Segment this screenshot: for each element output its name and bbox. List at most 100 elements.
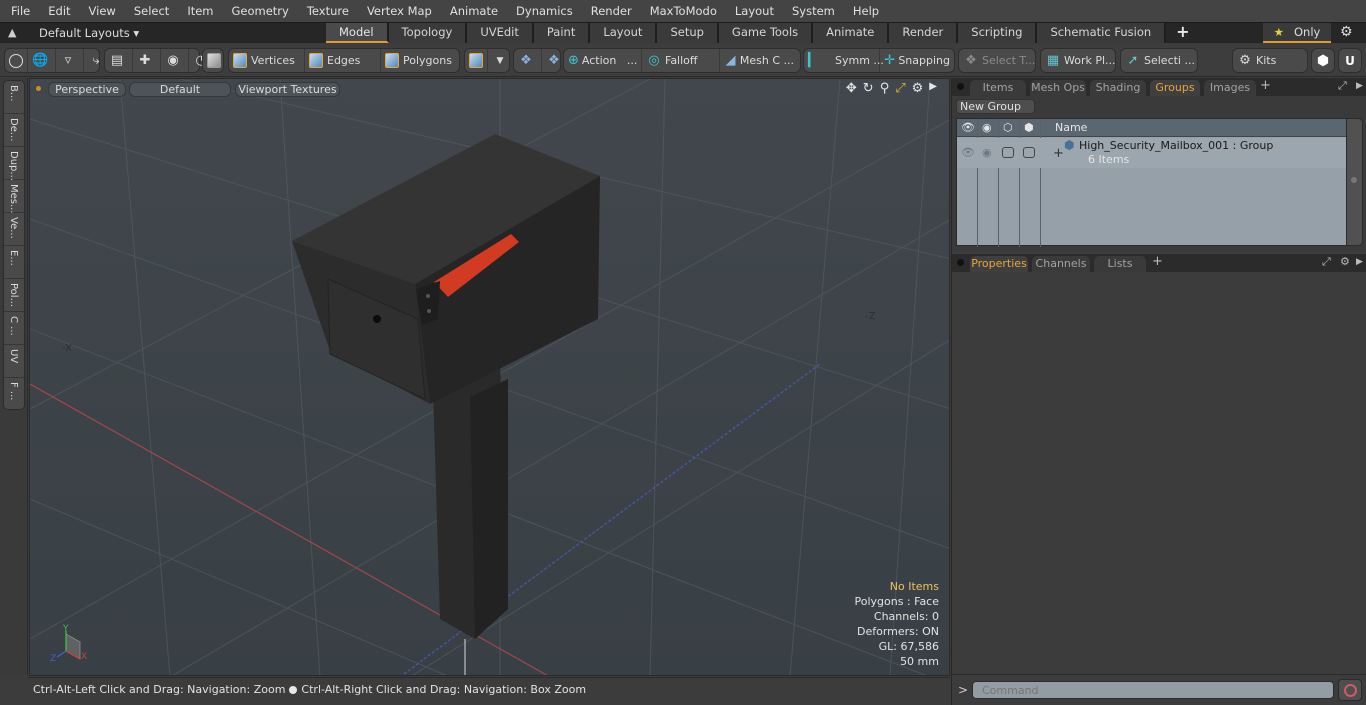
tab-items[interactable]: Items xyxy=(970,80,1026,96)
tab-mesh-ops[interactable]: Mesh Ops xyxy=(1030,80,1086,96)
default-layouts-dropdown[interactable]: Default Layouts ▾ xyxy=(39,26,139,40)
tab-paint[interactable]: Paint xyxy=(533,23,591,43)
mesh-constraint-button[interactable]: ◢ Mesh C ... xyxy=(720,49,798,72)
vtab-deform[interactable]: De... xyxy=(4,114,24,147)
material-mode-dropdown[interactable]: ▼ xyxy=(488,49,515,72)
row-eye-icon[interactable]: 👁 xyxy=(961,146,975,159)
kits-button[interactable]: ⚙ Kits xyxy=(1233,49,1280,72)
box-target-button[interactable]: ◉ xyxy=(161,49,189,72)
tab-model[interactable]: Model xyxy=(326,23,389,43)
properties-gear-icon[interactable]: ⚙ xyxy=(1340,255,1350,268)
menu-layout[interactable]: Layout xyxy=(726,0,783,22)
tab-lists[interactable]: Lists xyxy=(1094,256,1146,272)
menu-dynamics[interactable]: Dynamics xyxy=(507,0,582,22)
select-cube-icon[interactable]: ⬢ xyxy=(1024,121,1034,134)
globe-button[interactable]: 🌐 xyxy=(28,49,56,72)
gear-icon[interactable]: ⚙ xyxy=(1340,24,1353,40)
vtab-curve[interactable]: C ... xyxy=(4,312,24,345)
properties-expand-icon[interactable]: ▶ xyxy=(1356,257,1363,267)
vtab-edge[interactable]: E... xyxy=(4,246,24,279)
tab-groups[interactable]: Groups xyxy=(1150,80,1200,96)
panel-menu-dot[interactable] xyxy=(957,83,964,90)
edges-button[interactable]: Edges xyxy=(305,49,381,72)
vtab-basic[interactable]: B... xyxy=(4,81,24,114)
menu-geometry[interactable]: Geometry xyxy=(223,0,298,22)
pen-tool-button[interactable]: ▿ xyxy=(56,49,84,72)
align-button[interactable]: ▤ xyxy=(105,49,133,72)
menu-edit[interactable]: Edit xyxy=(39,0,79,22)
menu-animate[interactable]: Animate xyxy=(441,0,507,22)
tab-schematic-fusion[interactable]: Schematic Fusion xyxy=(1037,23,1167,43)
viewport-gear-icon[interactable]: ⚙ xyxy=(912,81,924,96)
circle-select-button[interactable] xyxy=(5,49,28,72)
world-axis-button[interactable]: ❖ xyxy=(514,49,542,72)
tab-scripting[interactable]: Scripting xyxy=(958,23,1038,43)
maximize-properties-icon[interactable]: ⤢ xyxy=(1322,255,1331,269)
material-mode-button[interactable] xyxy=(465,49,488,72)
item-mode-button[interactable] xyxy=(203,49,225,72)
menu-help[interactable]: Help xyxy=(844,0,888,22)
tab-layout[interactable]: Layout xyxy=(590,23,658,43)
pan-move-icon[interactable]: ✥ xyxy=(846,81,857,96)
add-panel-tab-button[interactable]: + xyxy=(1260,78,1271,93)
expand-plus-icon[interactable]: + xyxy=(1053,146,1064,161)
row-render-icon[interactable]: ◉ xyxy=(982,146,992,159)
polygons-button[interactable]: Polygons xyxy=(381,49,457,72)
tab-render[interactable]: Render xyxy=(889,23,959,43)
tab-channels[interactable]: Channels xyxy=(1032,256,1090,272)
tab-images[interactable]: Images xyxy=(1204,80,1256,96)
expand-right-icon[interactable]: ▶ xyxy=(929,81,937,96)
work-plane-button[interactable]: ▦ Work Pl... xyxy=(1041,49,1120,72)
menu-file[interactable]: File xyxy=(0,0,39,22)
tab-shading[interactable]: Shading xyxy=(1090,80,1146,96)
zoom-magnifier-icon[interactable]: ⚲ xyxy=(880,81,890,96)
vertices-button[interactable]: Vertices xyxy=(229,49,305,72)
visibility-eye-icon[interactable]: 👁 xyxy=(961,121,975,134)
tab-topology[interactable]: Topology xyxy=(388,23,468,43)
add-properties-tab-button[interactable]: + xyxy=(1152,254,1163,269)
vtab-vertex[interactable]: Ve... xyxy=(4,213,24,246)
row-lock-checkbox[interactable] xyxy=(1002,147,1014,158)
modo-cube-icon[interactable]: ⬢ xyxy=(1317,53,1329,69)
group-row[interactable]: 👁 ◉ + ⬢ High_Security_Mailbox_001 : Grou… xyxy=(957,138,1347,168)
vtab-polygon[interactable]: Pol... xyxy=(4,279,24,312)
selection-sets-button[interactable]: ➚ Selecti ... xyxy=(1121,49,1199,72)
tab-game-tools[interactable]: Game Tools xyxy=(718,23,814,43)
viewport-options-dot[interactable] xyxy=(36,86,41,91)
select-through-button[interactable]: ❖ Select T... xyxy=(959,49,1039,72)
command-input[interactable] xyxy=(972,681,1334,699)
tab-setup[interactable]: Setup xyxy=(657,23,719,43)
maximize-panel-icon[interactable]: ⤢ xyxy=(1338,79,1347,93)
tab-uvedit[interactable]: UVEdit xyxy=(467,23,534,43)
maximize-arrows-icon[interactable]: ⤢ xyxy=(895,81,905,96)
panel-expand-icon[interactable]: ▶ xyxy=(1356,81,1363,91)
snapping-button[interactable]: ✛ Snapping xyxy=(880,49,954,72)
new-group-button[interactable]: New Group xyxy=(956,99,1035,114)
vtab-mesh-edit[interactable]: Mes... xyxy=(4,180,24,214)
rotate-icon[interactable]: ↻ xyxy=(863,81,874,96)
menu-texture[interactable]: Texture xyxy=(298,0,358,22)
vtab-fusion[interactable]: F ... xyxy=(4,378,24,411)
lock-shield-icon[interactable]: ⬡ xyxy=(1003,121,1013,134)
row-select-checkbox[interactable] xyxy=(1023,147,1035,158)
viewport-textures-dropdown[interactable]: Viewport Textures xyxy=(235,82,340,97)
unreal-logo-icon[interactable]: U xyxy=(1345,54,1355,68)
menu-view[interactable]: View xyxy=(80,0,125,22)
3d-viewport[interactable]: -X -Z Y X Z Perspective Default Viewport… xyxy=(29,78,950,676)
shading-mode-dropdown[interactable]: Default xyxy=(129,82,231,97)
render-camera-icon[interactable]: ◉ xyxy=(982,121,992,134)
symmetry-button[interactable]: ▎ Symm ... xyxy=(804,49,884,72)
properties-menu-dot[interactable] xyxy=(957,259,964,266)
view-mode-dropdown[interactable]: Perspective xyxy=(48,82,126,97)
collapse-up-icon[interactable]: ▲ xyxy=(8,26,16,39)
tab-properties[interactable]: Properties xyxy=(970,256,1028,272)
tab-animate[interactable]: Animate xyxy=(813,23,890,43)
groups-scrollbar[interactable] xyxy=(1346,118,1363,246)
menu-select[interactable]: Select xyxy=(125,0,178,22)
vtab-uv[interactable]: UV xyxy=(4,345,24,378)
menu-system[interactable]: System xyxy=(783,0,844,22)
only-button[interactable]: ★ Only xyxy=(1263,23,1331,43)
menu-maxtomodo[interactable]: MaxToModo xyxy=(641,0,726,22)
menu-render[interactable]: Render xyxy=(582,0,641,22)
command-record-button[interactable] xyxy=(1338,679,1362,701)
